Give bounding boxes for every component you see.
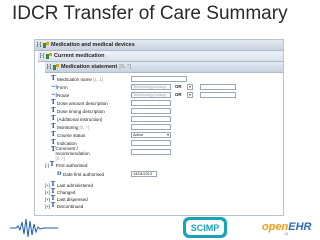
field-label: (Additional instruction) — [57, 116, 103, 122]
form-terminology-lookup[interactable]: Terminology lookup — [131, 84, 171, 90]
collapse-toggle[interactable]: [-] — [45, 163, 49, 168]
slide-title: IDCR Transfer of Care Summary — [12, 3, 288, 24]
scimp-logo: SCIMP — [183, 217, 227, 238]
field-label: Last administered — [56, 182, 94, 188]
chevron-down-icon — [189, 86, 191, 88]
field-label: Form — [57, 84, 68, 90]
field-label: Changed — [56, 189, 76, 195]
field-label: Route — [57, 92, 70, 98]
row-monitoring: T Monitoring [0..*] — [51, 123, 89, 131]
dose-amount-input[interactable] — [131, 100, 171, 106]
section-medication-statement[interactable]: [-] Medication statement [0..*] — [45, 62, 283, 73]
footer-logos: SCIMP openEHR 14 — [0, 215, 320, 240]
dose-timing-input[interactable] — [131, 108, 171, 114]
occurrence-label: [0..*] — [79, 124, 89, 130]
field-label: Medication name — [57, 76, 92, 82]
archetype-icon — [53, 64, 59, 70]
or-label: OR — [175, 92, 182, 97]
row-discontinued[interactable]: [+] T Discontinued — [45, 202, 83, 210]
chevron-down-icon — [189, 94, 191, 96]
row-course-status: T Course status — [51, 131, 85, 139]
archetype-icon — [43, 42, 49, 48]
route-free-text-input[interactable] — [200, 92, 236, 98]
expand-toggle[interactable]: [+] — [45, 183, 50, 188]
section-label: Medication statement — [61, 64, 118, 70]
form-panel: [-] Medication and medical devices [-] C… — [34, 39, 284, 216]
comment-input[interactable] — [131, 149, 171, 155]
additional-instruction-input[interactable] — [131, 116, 171, 122]
row-medication-name: T Medication name [1..1] — [51, 75, 103, 83]
slide-number: 14 — [284, 231, 289, 236]
route-terminology-lookup[interactable]: Terminology lookup — [131, 92, 171, 98]
date-first-authorised-input[interactable]: 14/04/2013 — [131, 171, 157, 177]
occurrence-label: [0..*] — [119, 64, 132, 70]
audio-wave-icon — [10, 218, 58, 238]
scimp-logo-text: SCIMP — [191, 223, 220, 233]
route-dropdown[interactable] — [187, 92, 193, 98]
form-free-text-input[interactable] — [200, 84, 236, 90]
section-label: Medication and medical devices — [51, 42, 135, 48]
field-label: Discontinued — [56, 203, 84, 209]
medication-name-input[interactable] — [131, 76, 187, 82]
occurrence-label: [1..1] — [92, 76, 104, 82]
occurrence-label: [0..*] — [55, 155, 65, 161]
indication-input[interactable] — [131, 140, 171, 146]
field-label: Last dispensed — [56, 196, 88, 202]
chevron-down-icon — [167, 134, 169, 136]
form-dropdown[interactable] — [187, 84, 193, 90]
collapse-toggle[interactable]: [-] — [45, 64, 53, 70]
section-label: Current medication — [54, 53, 105, 59]
row-additional-instruction: T (Additional instruction) — [51, 115, 102, 123]
field-label: Dose timing description — [57, 108, 105, 114]
row-dose-timing: T Dose timing description — [51, 107, 105, 115]
field-label: Comment / recommendation [0..*] — [55, 145, 90, 161]
section-medication-devices[interactable]: [-] Medication and medical devices — [35, 40, 283, 51]
section-current-medication[interactable]: [-] Current medication — [38, 51, 283, 62]
expand-toggle[interactable]: [+] — [45, 204, 50, 209]
row-form: →| Form — [51, 83, 68, 91]
archetype-icon — [46, 53, 52, 59]
row-comment: T Comment / recommendation [0..*] — [51, 146, 90, 161]
course-status-select[interactable]: Active — [131, 132, 171, 138]
row-dose-amount: T Dose amount description — [51, 99, 108, 107]
field-label: Monitoring — [57, 124, 79, 130]
field-label: First authorised — [55, 162, 88, 168]
monitoring-input[interactable] — [131, 124, 171, 130]
expand-toggle[interactable]: [+] — [45, 190, 50, 195]
expand-toggle[interactable]: [+] — [45, 197, 50, 202]
collapse-toggle[interactable]: [-] — [35, 42, 43, 48]
or-label: OR — [175, 84, 182, 89]
collapse-toggle[interactable]: [-] — [38, 53, 46, 59]
field-label: Course status — [57, 132, 86, 138]
field-label: Dose amount description — [57, 100, 108, 106]
row-first-authorised[interactable]: [-] T First authorised — [45, 161, 87, 169]
row-route: →| Route — [51, 91, 69, 99]
row-date-first-authorised: D Date first authorised — [57, 170, 104, 178]
field-label: Date first authorised — [63, 171, 105, 177]
selected-value: Active — [133, 133, 144, 137]
